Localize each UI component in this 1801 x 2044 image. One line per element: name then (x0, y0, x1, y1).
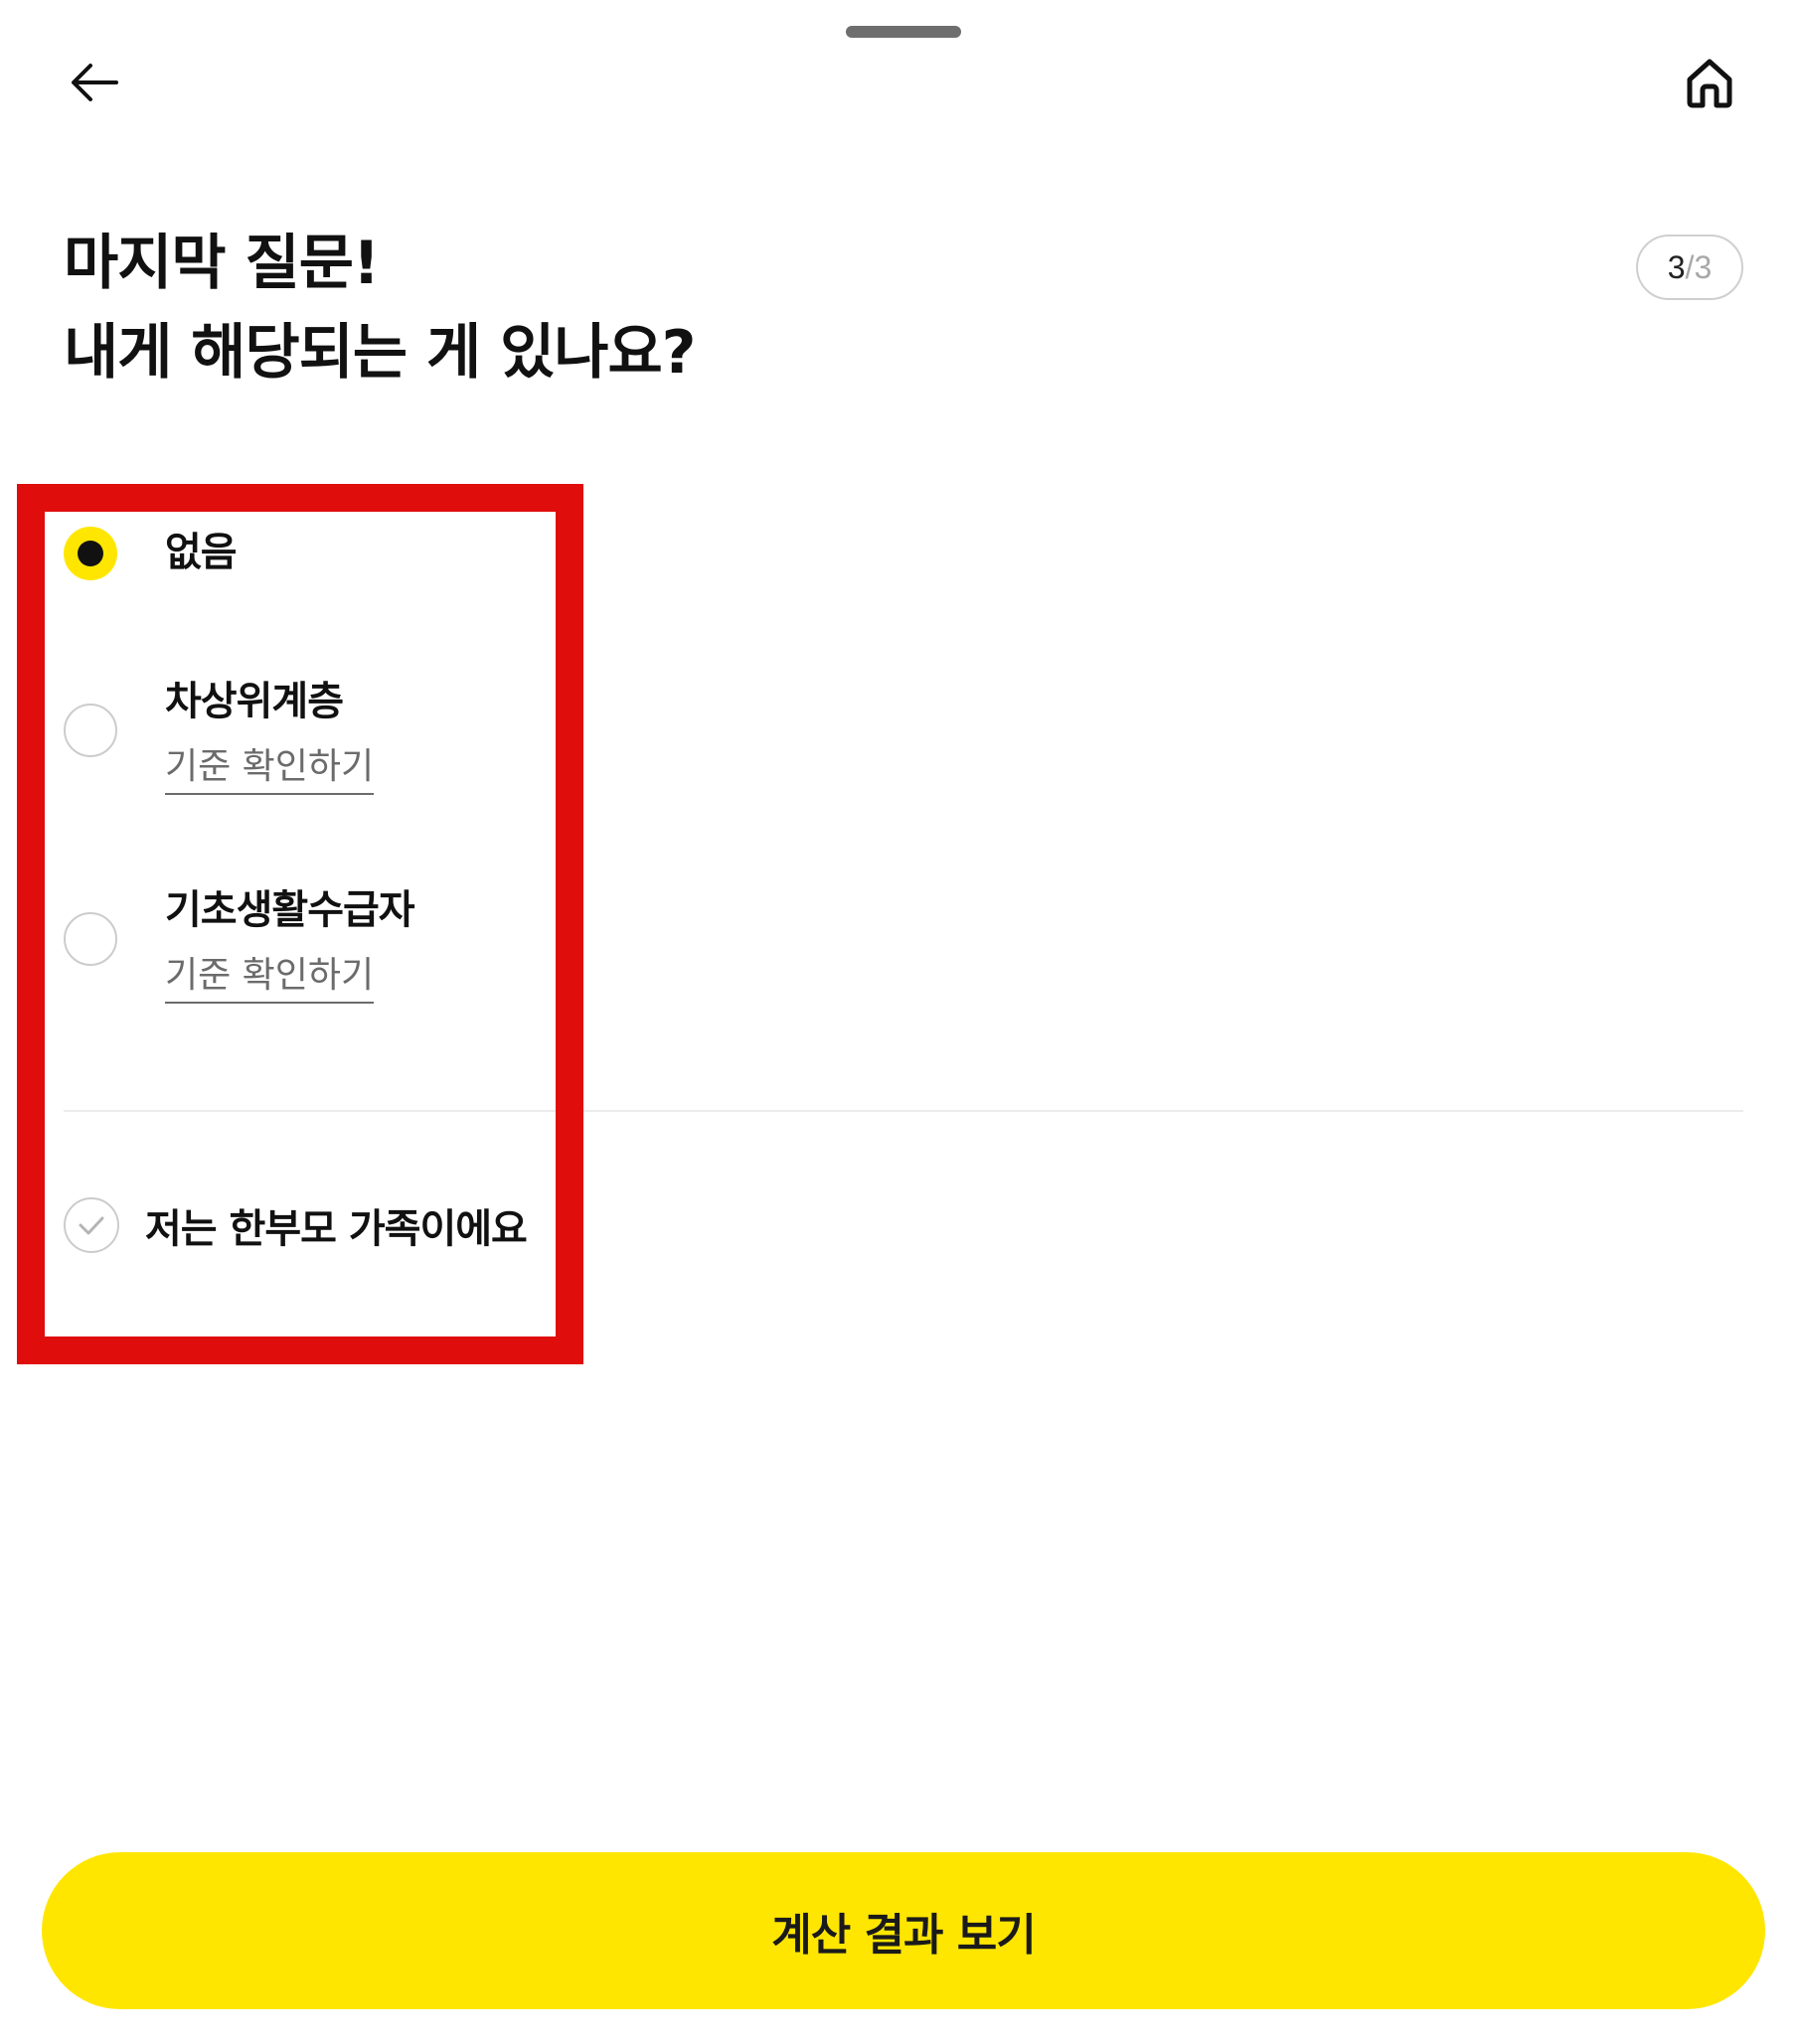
title-line-1: 마지막 질문! (64, 229, 380, 298)
single-parent-label: 저는 한부모 가족이에요 (145, 1206, 528, 1252)
option-near-poverty-text: 차상위계층 기준 확인하기 (165, 676, 375, 795)
step-current: 3 (1667, 248, 1686, 285)
page-title: 마지막 질문! 내게 해당되는 게 있나요? (64, 219, 696, 397)
single-parent-checkbox[interactable]: 저는 한부모 가족이에요 (64, 1196, 528, 1254)
option-basic-livelihood[interactable]: 기초생활수급자 기준 확인하기 (64, 884, 415, 1004)
home-icon (1687, 59, 1732, 108)
option-none[interactable]: 없음 (64, 527, 238, 580)
drag-handle[interactable] (846, 26, 961, 38)
option-near-poverty-label: 차상위계층 (165, 679, 344, 724)
option-near-poverty[interactable]: 차상위계층 기준 확인하기 (64, 676, 375, 795)
step-total: 3 (1694, 248, 1713, 285)
radio-basic-livelihood[interactable] (64, 912, 117, 966)
criteria-link-near-poverty[interactable]: 기준 확인하기 (165, 743, 375, 795)
home-button[interactable] (1665, 38, 1754, 127)
check-icon (79, 1216, 104, 1235)
back-button[interactable] (50, 38, 139, 127)
step-separator: / (1685, 248, 1695, 285)
radio-none[interactable] (64, 527, 117, 580)
option-none-text: 없음 (165, 527, 238, 578)
view-result-button[interactable]: 계산 결과 보기 (42, 1852, 1765, 2009)
option-basic-livelihood-text: 기초생활수급자 기준 확인하기 (165, 884, 415, 1004)
option-basic-livelihood-label: 기초생활수급자 (165, 887, 415, 933)
arrow-left-icon (72, 64, 118, 101)
step-indicator: 3/3 (1636, 235, 1743, 300)
radio-near-poverty[interactable] (64, 704, 117, 757)
checkbox-circle[interactable] (64, 1197, 119, 1253)
screen: 마지막 질문! 내게 해당되는 게 있나요? 3/3 없음 차상위계층 기준 확… (0, 0, 1801, 2044)
criteria-link-basic-livelihood[interactable]: 기준 확인하기 (165, 952, 375, 1004)
divider (64, 1110, 1743, 1112)
option-none-label: 없음 (165, 530, 238, 575)
title-line-2: 내게 해당되는 게 있나요? (64, 318, 696, 388)
